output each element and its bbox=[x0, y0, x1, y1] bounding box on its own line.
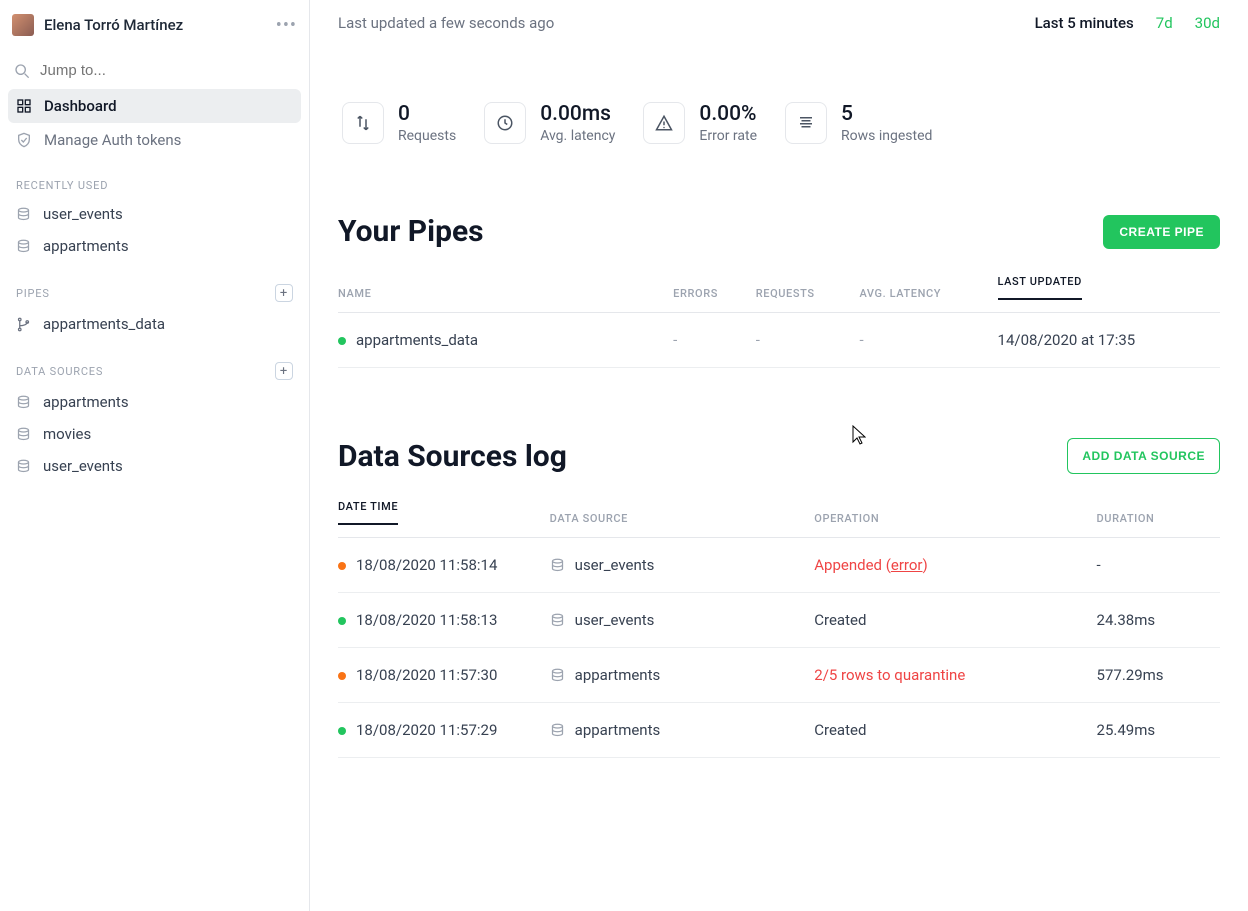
range-tabs: Last 5 minutes 7d 30d bbox=[1035, 14, 1220, 32]
dslog-row[interactable]: 18/08/2020 11:58:13 user_events Created … bbox=[338, 593, 1220, 648]
updown-icon bbox=[342, 102, 384, 144]
branch-icon bbox=[16, 317, 31, 332]
recent-item[interactable]: user_events bbox=[8, 198, 301, 230]
database-icon bbox=[550, 613, 565, 628]
grid-icon bbox=[16, 98, 32, 114]
nav-dashboard-label: Dashboard bbox=[44, 97, 117, 115]
main: Last updated a few seconds ago Last 5 mi… bbox=[310, 0, 1248, 911]
create-pipe-button[interactable]: CREATE PIPE bbox=[1103, 215, 1220, 249]
database-icon bbox=[16, 459, 31, 474]
dslog-row[interactable]: 18/08/2020 11:57:29 appartments Created … bbox=[338, 703, 1220, 758]
rows-icon bbox=[785, 102, 827, 144]
section-pipes: Pipes + bbox=[8, 262, 301, 308]
user-block[interactable]: Elena Torró Martínez bbox=[12, 14, 183, 36]
metrics-row: 0 Requests 0.00ms Avg. latency 0.00% Err… bbox=[338, 102, 1220, 144]
database-icon bbox=[16, 239, 31, 254]
metric-error: 0.00% Error rate bbox=[643, 102, 757, 144]
range-tab[interactable]: 7d bbox=[1156, 14, 1173, 32]
dslog-table: Date Time Data Source Operation Duration… bbox=[338, 500, 1220, 758]
dslog-title: Data Sources log bbox=[338, 439, 567, 474]
search-input[interactable] bbox=[40, 62, 295, 79]
pipes-title: Your Pipes bbox=[338, 214, 484, 249]
pipes-section: Your Pipes CREATE PIPE Name Errors Reque… bbox=[338, 214, 1220, 368]
datasource-item[interactable]: user_events bbox=[8, 450, 301, 482]
dslog-section: Data Sources log ADD DATA SOURCE Date Ti… bbox=[338, 438, 1220, 758]
nav-tokens[interactable]: Manage Auth tokens bbox=[8, 123, 301, 157]
metric-latency: 0.00ms Avg. latency bbox=[484, 102, 615, 144]
pipe-item[interactable]: appartments_data bbox=[8, 308, 301, 340]
section-data-sources: Data Sources + bbox=[8, 340, 301, 386]
add-datasource-button[interactable]: + bbox=[275, 362, 293, 380]
pipes-table: Name Errors Requests Avg. Latency Last U… bbox=[338, 275, 1220, 368]
nav-tokens-label: Manage Auth tokens bbox=[44, 131, 181, 149]
recent-item[interactable]: appartments bbox=[8, 230, 301, 262]
last-updated: Last updated a few seconds ago bbox=[338, 14, 554, 32]
database-icon bbox=[16, 395, 31, 410]
search-row[interactable] bbox=[8, 52, 301, 89]
add-datasource-main-button[interactable]: ADD DATA SOURCE bbox=[1067, 438, 1220, 474]
clock-icon bbox=[484, 102, 526, 144]
add-pipe-button[interactable]: + bbox=[275, 284, 293, 302]
metric-rows: 5 Rows ingested bbox=[785, 102, 932, 144]
shield-icon bbox=[16, 132, 32, 148]
range-tab[interactable]: 30d bbox=[1195, 14, 1220, 32]
section-recently-used: Recently Used bbox=[8, 157, 301, 198]
nav-dashboard[interactable]: Dashboard bbox=[8, 89, 301, 123]
avatar bbox=[12, 14, 34, 36]
dslog-row[interactable]: 18/08/2020 11:58:14 user_events Appended… bbox=[338, 538, 1220, 593]
range-tab[interactable]: Last 5 minutes bbox=[1035, 14, 1134, 32]
more-icon[interactable]: ••• bbox=[276, 15, 297, 36]
topbar: Last updated a few seconds ago Last 5 mi… bbox=[338, 14, 1220, 32]
pipe-row[interactable]: appartments_data - - - 14/08/2020 at 17:… bbox=[338, 313, 1220, 368]
database-icon bbox=[16, 427, 31, 442]
database-icon bbox=[16, 207, 31, 222]
datasource-item[interactable]: appartments bbox=[8, 386, 301, 418]
database-icon bbox=[550, 558, 565, 573]
user-name: Elena Torró Martínez bbox=[44, 16, 183, 34]
metric-requests: 0 Requests bbox=[342, 102, 456, 144]
sidebar: Elena Torró Martínez ••• Dashboard Manag… bbox=[0, 0, 310, 911]
search-icon bbox=[14, 63, 30, 79]
warn-icon bbox=[643, 102, 685, 144]
database-icon bbox=[550, 723, 565, 738]
database-icon bbox=[550, 668, 565, 683]
datasource-item[interactable]: movies bbox=[8, 418, 301, 450]
dslog-row[interactable]: 18/08/2020 11:57:30 appartments 2/5 rows… bbox=[338, 648, 1220, 703]
